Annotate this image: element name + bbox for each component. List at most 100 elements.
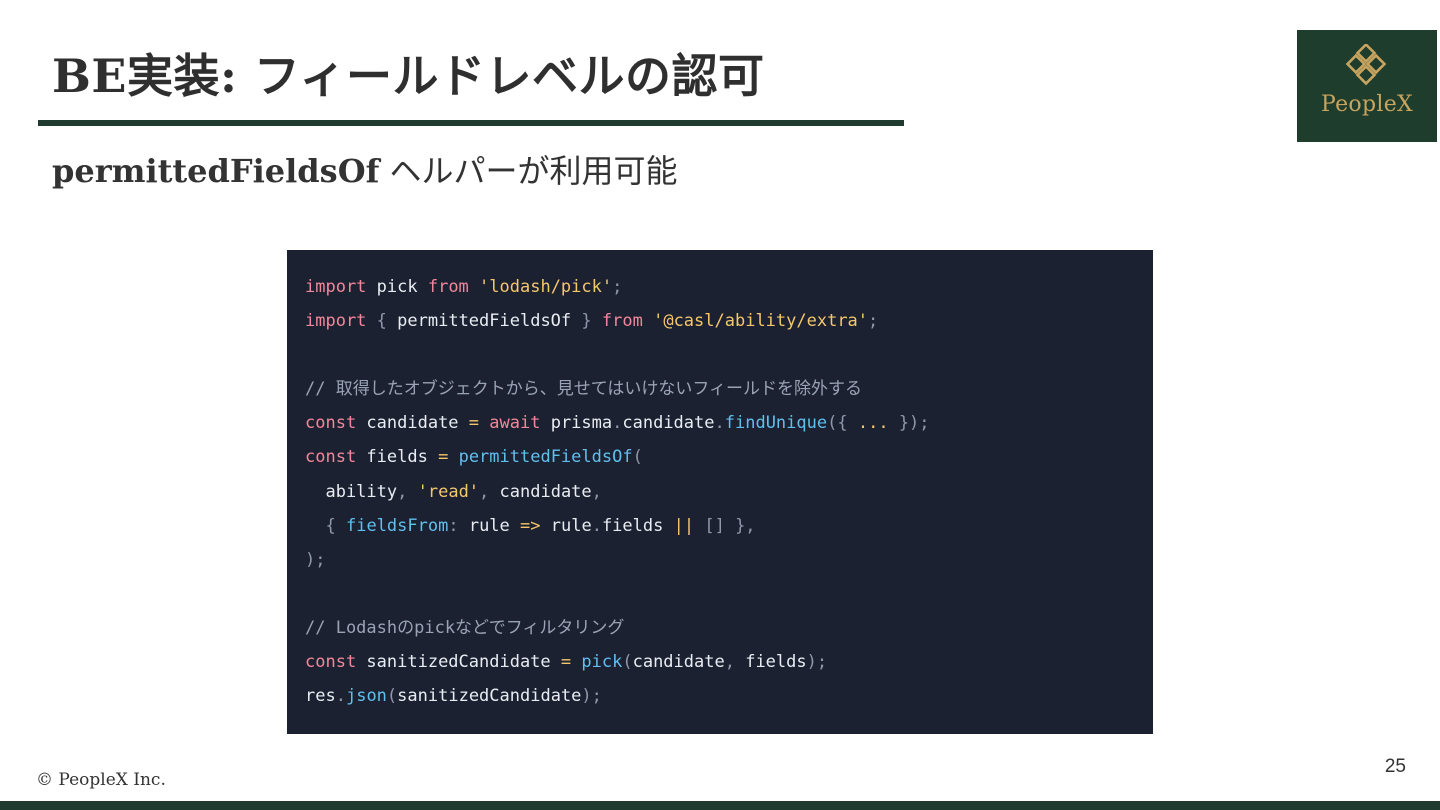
code-line: import pick from 'lodash/pick'; bbox=[305, 270, 1153, 304]
code-token: fields bbox=[734, 652, 807, 673]
code-token: ({ bbox=[827, 413, 848, 434]
bottom-accent-bar bbox=[0, 801, 1440, 810]
code-token: permittedFieldsOf bbox=[386, 311, 582, 332]
code-token: }); bbox=[898, 413, 930, 434]
subtitle-description: ヘルパーが利用可能 bbox=[379, 152, 678, 190]
code-token: } bbox=[581, 311, 592, 332]
code-token: findUnique bbox=[724, 413, 828, 434]
code-token: ... bbox=[857, 413, 889, 434]
code-line: // Lodashのpickなどでフィルタリング bbox=[305, 611, 1153, 645]
code-token: rule bbox=[458, 515, 521, 536]
code-token: fields bbox=[356, 447, 439, 468]
code-token: , bbox=[591, 481, 602, 502]
code-token: '@casl/ability/extra' bbox=[653, 311, 869, 332]
code-token: , bbox=[397, 481, 408, 502]
code-token: ; bbox=[868, 311, 879, 332]
code-token: pick bbox=[366, 277, 428, 297]
page-number: 25 bbox=[1384, 756, 1406, 777]
code-token: import bbox=[305, 311, 367, 332]
code-token: from bbox=[601, 311, 643, 332]
code-token: : bbox=[448, 515, 459, 536]
code-token: . bbox=[335, 686, 346, 707]
code-line: const candidate = await prisma.candidate… bbox=[305, 406, 1153, 440]
code-token: => bbox=[520, 515, 541, 536]
code-line: // 取得したオブジェクトから、見せてはいけないフィールドを除外する bbox=[305, 372, 1153, 406]
code-token: ); bbox=[581, 686, 602, 707]
code-token: [] bbox=[704, 515, 725, 536]
code-token: { bbox=[325, 515, 336, 536]
code-token: 'read' bbox=[417, 481, 480, 502]
code-token: candidate bbox=[356, 413, 469, 434]
code-token: json bbox=[345, 686, 387, 707]
code-block: import pick from 'lodash/pick'; import { … bbox=[287, 250, 1153, 734]
code-token: fields bbox=[601, 515, 674, 536]
slide-title: BE実装: フィールドレベルの認可 bbox=[52, 49, 765, 103]
code-token: ; bbox=[612, 277, 623, 297]
code-token: candidate bbox=[622, 413, 715, 434]
code-token: const bbox=[305, 652, 357, 673]
code-token: }, bbox=[735, 515, 756, 536]
code-token: await bbox=[489, 413, 541, 434]
code-token: ( bbox=[632, 447, 643, 468]
code-token: const bbox=[305, 447, 357, 468]
code-token: ); bbox=[806, 652, 828, 673]
logo-wordmark: PeopleX bbox=[1321, 92, 1413, 117]
code-line: const fields = permittedFieldsOf( bbox=[305, 440, 1153, 474]
code-token: // 取得したオブジェクトから、見せてはいけないフィールドを除外する bbox=[305, 379, 863, 400]
code-token: sanitizedCandidate bbox=[397, 686, 582, 707]
code-token: = bbox=[468, 413, 480, 434]
code-token: rule bbox=[540, 515, 592, 536]
code-token: permittedFieldsOf bbox=[458, 447, 633, 468]
code-token: ( bbox=[622, 652, 633, 673]
code-line: ability, 'read', candidate, bbox=[305, 475, 1153, 509]
code-token: . bbox=[591, 515, 602, 536]
code-token: = bbox=[438, 447, 449, 468]
code-token: from bbox=[427, 277, 469, 297]
code-token: pick bbox=[581, 652, 623, 673]
code-token: . bbox=[714, 413, 725, 434]
title-underline bbox=[38, 120, 904, 126]
code-line: ); bbox=[305, 543, 1153, 577]
code-token: , bbox=[724, 652, 735, 673]
code-token: candidate bbox=[632, 652, 725, 673]
code-token: import bbox=[305, 277, 367, 297]
subtitle-function-name: permittedFieldsOf bbox=[52, 152, 380, 190]
code-token: prisma bbox=[540, 413, 613, 434]
code-token: . bbox=[612, 413, 623, 434]
code-token: candidate bbox=[489, 481, 592, 502]
code-token: ( bbox=[386, 686, 398, 707]
code-line: const sanitizedCandidate = pick(candidat… bbox=[305, 645, 1153, 679]
code-token: , bbox=[479, 481, 490, 502]
code-token: sanitizedCandidate bbox=[356, 652, 561, 673]
diamond-knot-icon bbox=[1345, 44, 1387, 86]
code-token: 'lodash/pick' bbox=[479, 277, 613, 297]
code-token: ); bbox=[305, 549, 326, 570]
code-token: const bbox=[305, 413, 357, 434]
code-line: res.json(sanitizedCandidate); bbox=[305, 679, 1153, 713]
peoplex-logo: PeopleX bbox=[1297, 30, 1437, 142]
copyright-footer: © PeopleX Inc. bbox=[36, 770, 166, 790]
code-line: { fieldsFrom: rule => rule.fields || [] … bbox=[305, 509, 1153, 543]
code-token: = bbox=[560, 652, 572, 673]
code-token: // Lodashのpickなどでフィルタリング bbox=[305, 617, 625, 638]
slide-subtitle: permittedFieldsOf ヘルパーが利用可能 bbox=[52, 146, 678, 192]
code-token: ability bbox=[305, 481, 398, 502]
code-token: || bbox=[673, 515, 695, 536]
code-token: { bbox=[376, 311, 387, 332]
